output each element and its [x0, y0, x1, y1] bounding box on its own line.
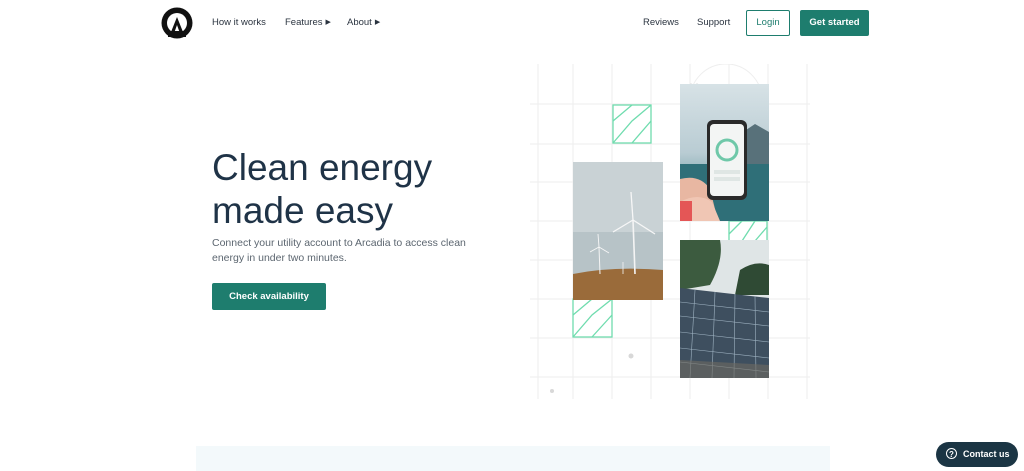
phone-app-photo: [680, 84, 769, 221]
hero-title-line1: Clean energy: [212, 147, 433, 188]
contact-us-button[interactable]: ? Contact us: [936, 442, 1018, 467]
question-icon: ?: [946, 448, 957, 459]
top-nav: How it works Features ▶ About ▶ Reviews Su…: [0, 0, 1024, 46]
hero-title: Clean energy made easy: [212, 146, 512, 232]
hero-subtitle: Connect your utility account to Arcadia …: [212, 237, 466, 264]
check-availability-button[interactable]: Check availability: [212, 283, 326, 310]
nav-how-it-works[interactable]: How it works: [212, 17, 266, 28]
arcadia-logo[interactable]: [160, 6, 194, 40]
next-section-strip: [196, 446, 830, 471]
nav-about-label: About: [347, 17, 372, 28]
solar-panel-photo: [680, 240, 769, 378]
hero-image-collage: [530, 64, 820, 404]
login-button[interactable]: Login: [746, 10, 790, 36]
nav-support[interactable]: Support: [697, 17, 730, 28]
contact-us-label: Contact us: [963, 449, 1010, 459]
wind-turbine-photo: [573, 162, 663, 300]
caret-right-icon: ▶: [325, 19, 331, 26]
nav-reviews[interactable]: Reviews: [643, 17, 679, 28]
nav-features-label: Features: [285, 17, 323, 28]
hero-title-line2: made easy: [212, 190, 393, 231]
caret-right-icon: ▶: [374, 19, 381, 26]
nav-about[interactable]: About ▶: [347, 17, 380, 28]
nav-features[interactable]: Features ▶: [285, 17, 331, 28]
get-started-button[interactable]: Get started: [800, 10, 869, 36]
